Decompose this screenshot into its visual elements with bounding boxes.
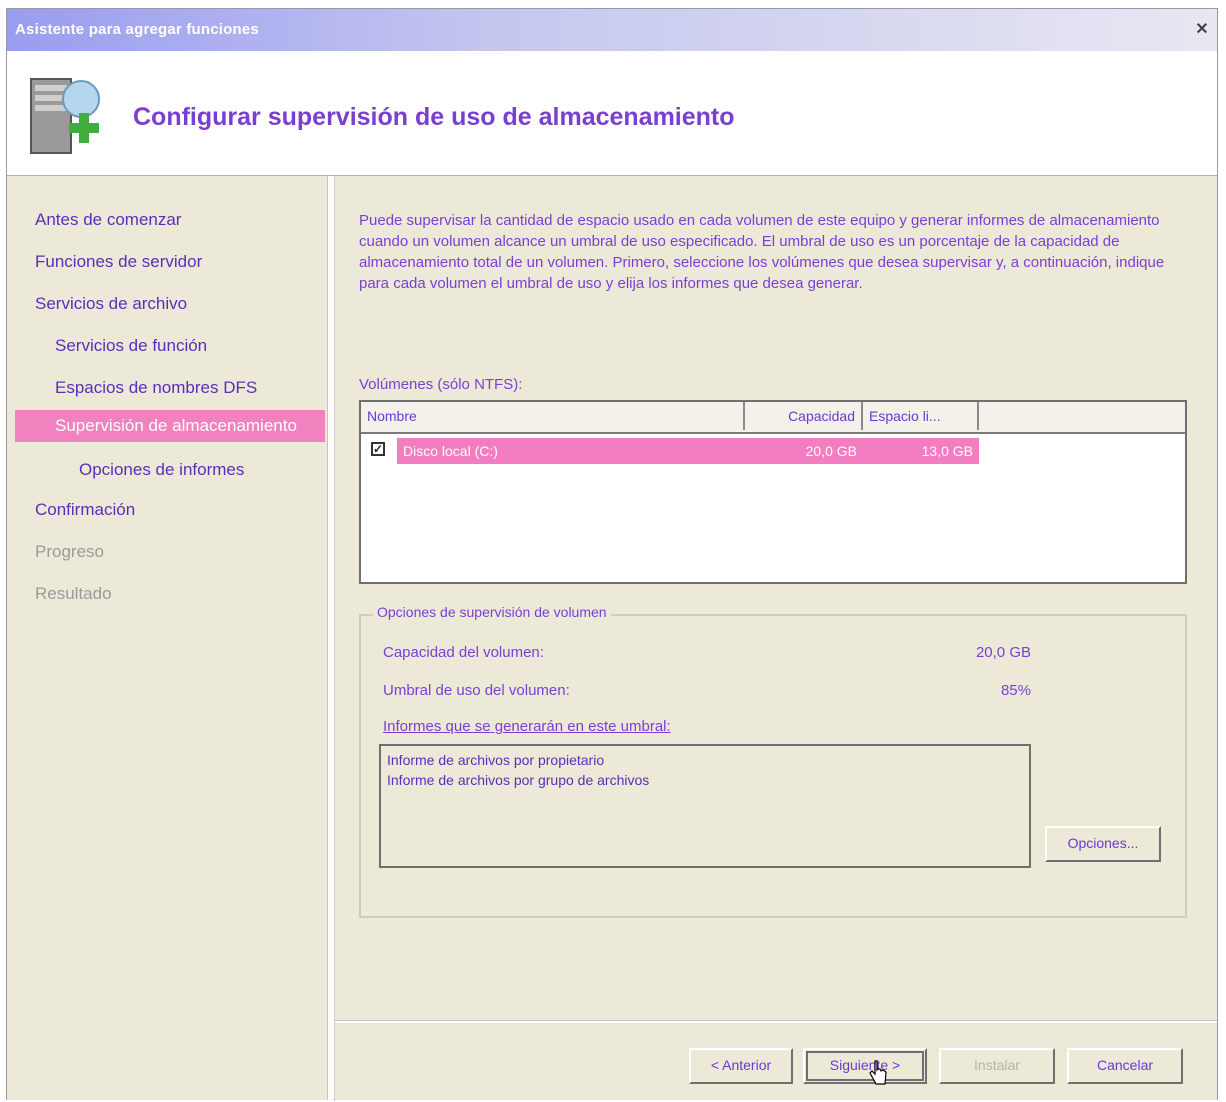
volume-checkbox[interactable]: ✓ [371,442,385,456]
hand-cursor-icon [869,1060,887,1085]
options-button[interactable]: Opciones... [1045,826,1161,862]
volumes-label: Volúmenes (sólo NTFS): [359,376,523,393]
window-title: Asistente para agregar funciones [15,21,259,38]
volumes-list[interactable]: Nombre Capacidad Espacio li... ✓ Disco l… [359,400,1187,584]
sidebar-divider [327,176,334,1100]
capacity-value: 20,0 GB [975,644,1031,661]
cancel-button[interactable]: Cancelar [1067,1048,1183,1084]
column-header-espacio-libre[interactable]: Espacio li... [863,402,979,430]
column-header-nombre[interactable]: Nombre [361,402,745,430]
list-item: Informe de archivos por grupo de archivo… [387,772,650,788]
wizard-steps-sidebar: Antes de comenzar Funciones de servidor … [7,176,327,1100]
row-selection: Disco local (C:) 20,0 GB 13,0 GB [397,438,979,464]
sidebar-item-espacios-de-nombres-dfs[interactable]: Espacios de nombres DFS [55,378,257,398]
back-button[interactable]: < Anterior [689,1048,793,1084]
table-row[interactable]: ✓ Disco local (C:) 20,0 GB 13,0 GB [367,436,979,466]
sidebar-item-supervision-de-almacenamiento[interactable]: Supervisión de almacenamiento [15,410,325,442]
column-header-capacidad[interactable]: Capacidad [745,402,863,430]
close-icon[interactable]: ✕ [1193,21,1211,39]
sidebar-item-antes-de-comenzar[interactable]: Antes de comenzar [35,210,181,230]
volume-capacity: 20,0 GB [805,443,857,459]
wizard-window: Asistente para agregar funciones ✕ Confi… [6,8,1218,1100]
sidebar-item-servicios-de-funcion[interactable]: Servicios de función [55,336,207,356]
sidebar-item-opciones-de-informes[interactable]: Opciones de informes [79,460,244,480]
sidebar-item-funciones-de-servidor[interactable]: Funciones de servidor [35,252,202,272]
volume-options-group: Opciones de supervisión de volumen Capac… [359,604,1187,918]
group-legend: Opciones de supervisión de volumen [373,604,611,620]
server-add-icon [30,78,100,154]
footer-divider [335,1020,1217,1023]
next-button[interactable]: Siguiente > [803,1048,927,1084]
threshold-value: 85% [1000,682,1031,699]
wizard-content: Puede supervisar la cantidad de espacio … [335,176,1217,1100]
title-bar[interactable]: Asistente para agregar funciones ✕ [7,9,1217,51]
wizard-header: Configurar supervisión de uso de almacen… [7,51,1217,176]
sidebar-item-progreso: Progreso [35,542,104,561]
volume-free-space: 13,0 GB [921,443,973,459]
reports-label: Informes que se generarán en este umbral… [383,718,671,735]
description-text: Puede supervisar la cantidad de espacio … [359,212,1165,292]
page-title: Configurar supervisión de uso de almacen… [133,103,735,131]
threshold-label: Umbral de uso del volumen: [383,682,570,699]
capacity-label: Capacidad del volumen: [383,644,544,661]
reports-list[interactable]: Informe de archivos por propietario Info… [379,744,1031,868]
list-item: Informe de archivos por propietario [387,752,605,768]
sidebar-item-servicios-de-archivo[interactable]: Servicios de archivo [35,294,187,314]
volume-name: Disco local (C:) [403,443,498,459]
install-button: Instalar [939,1048,1055,1084]
sidebar-item-confirmacion[interactable]: Confirmación [35,500,135,520]
volumes-list-header: Nombre Capacidad Espacio li... [361,402,1185,434]
sidebar-item-resultado: Resultado [35,584,112,603]
